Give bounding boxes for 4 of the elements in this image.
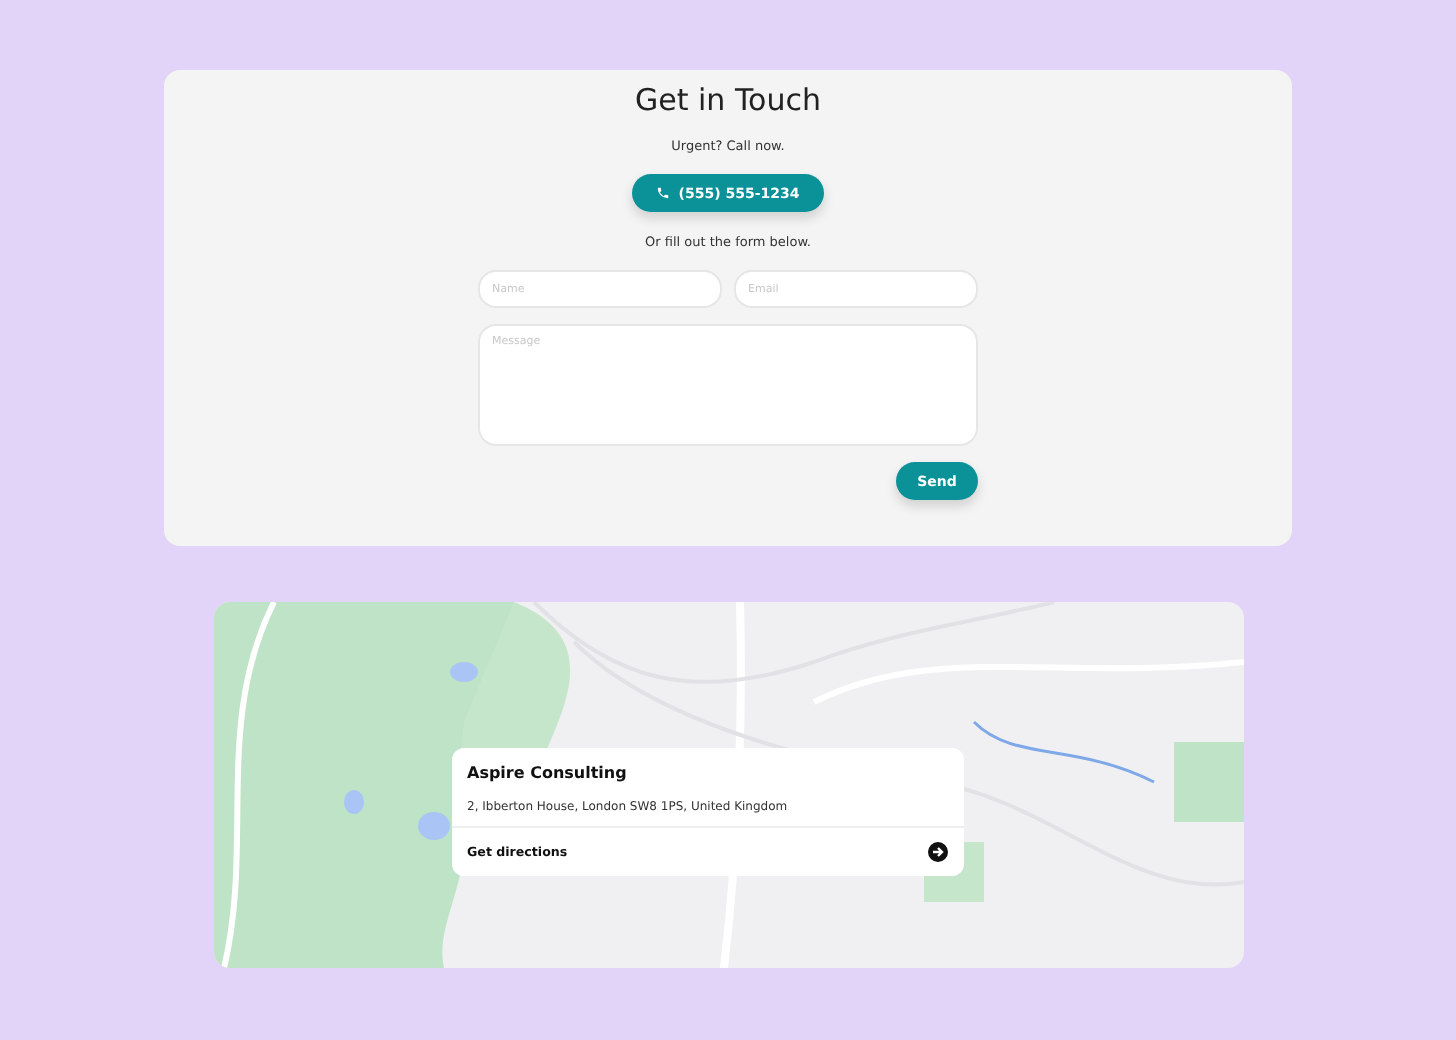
contact-title: Get in Touch bbox=[635, 82, 821, 118]
place-name: Aspire Consulting bbox=[467, 764, 629, 782]
arrow-icon bbox=[927, 842, 947, 862]
phone-icon bbox=[656, 186, 671, 200]
